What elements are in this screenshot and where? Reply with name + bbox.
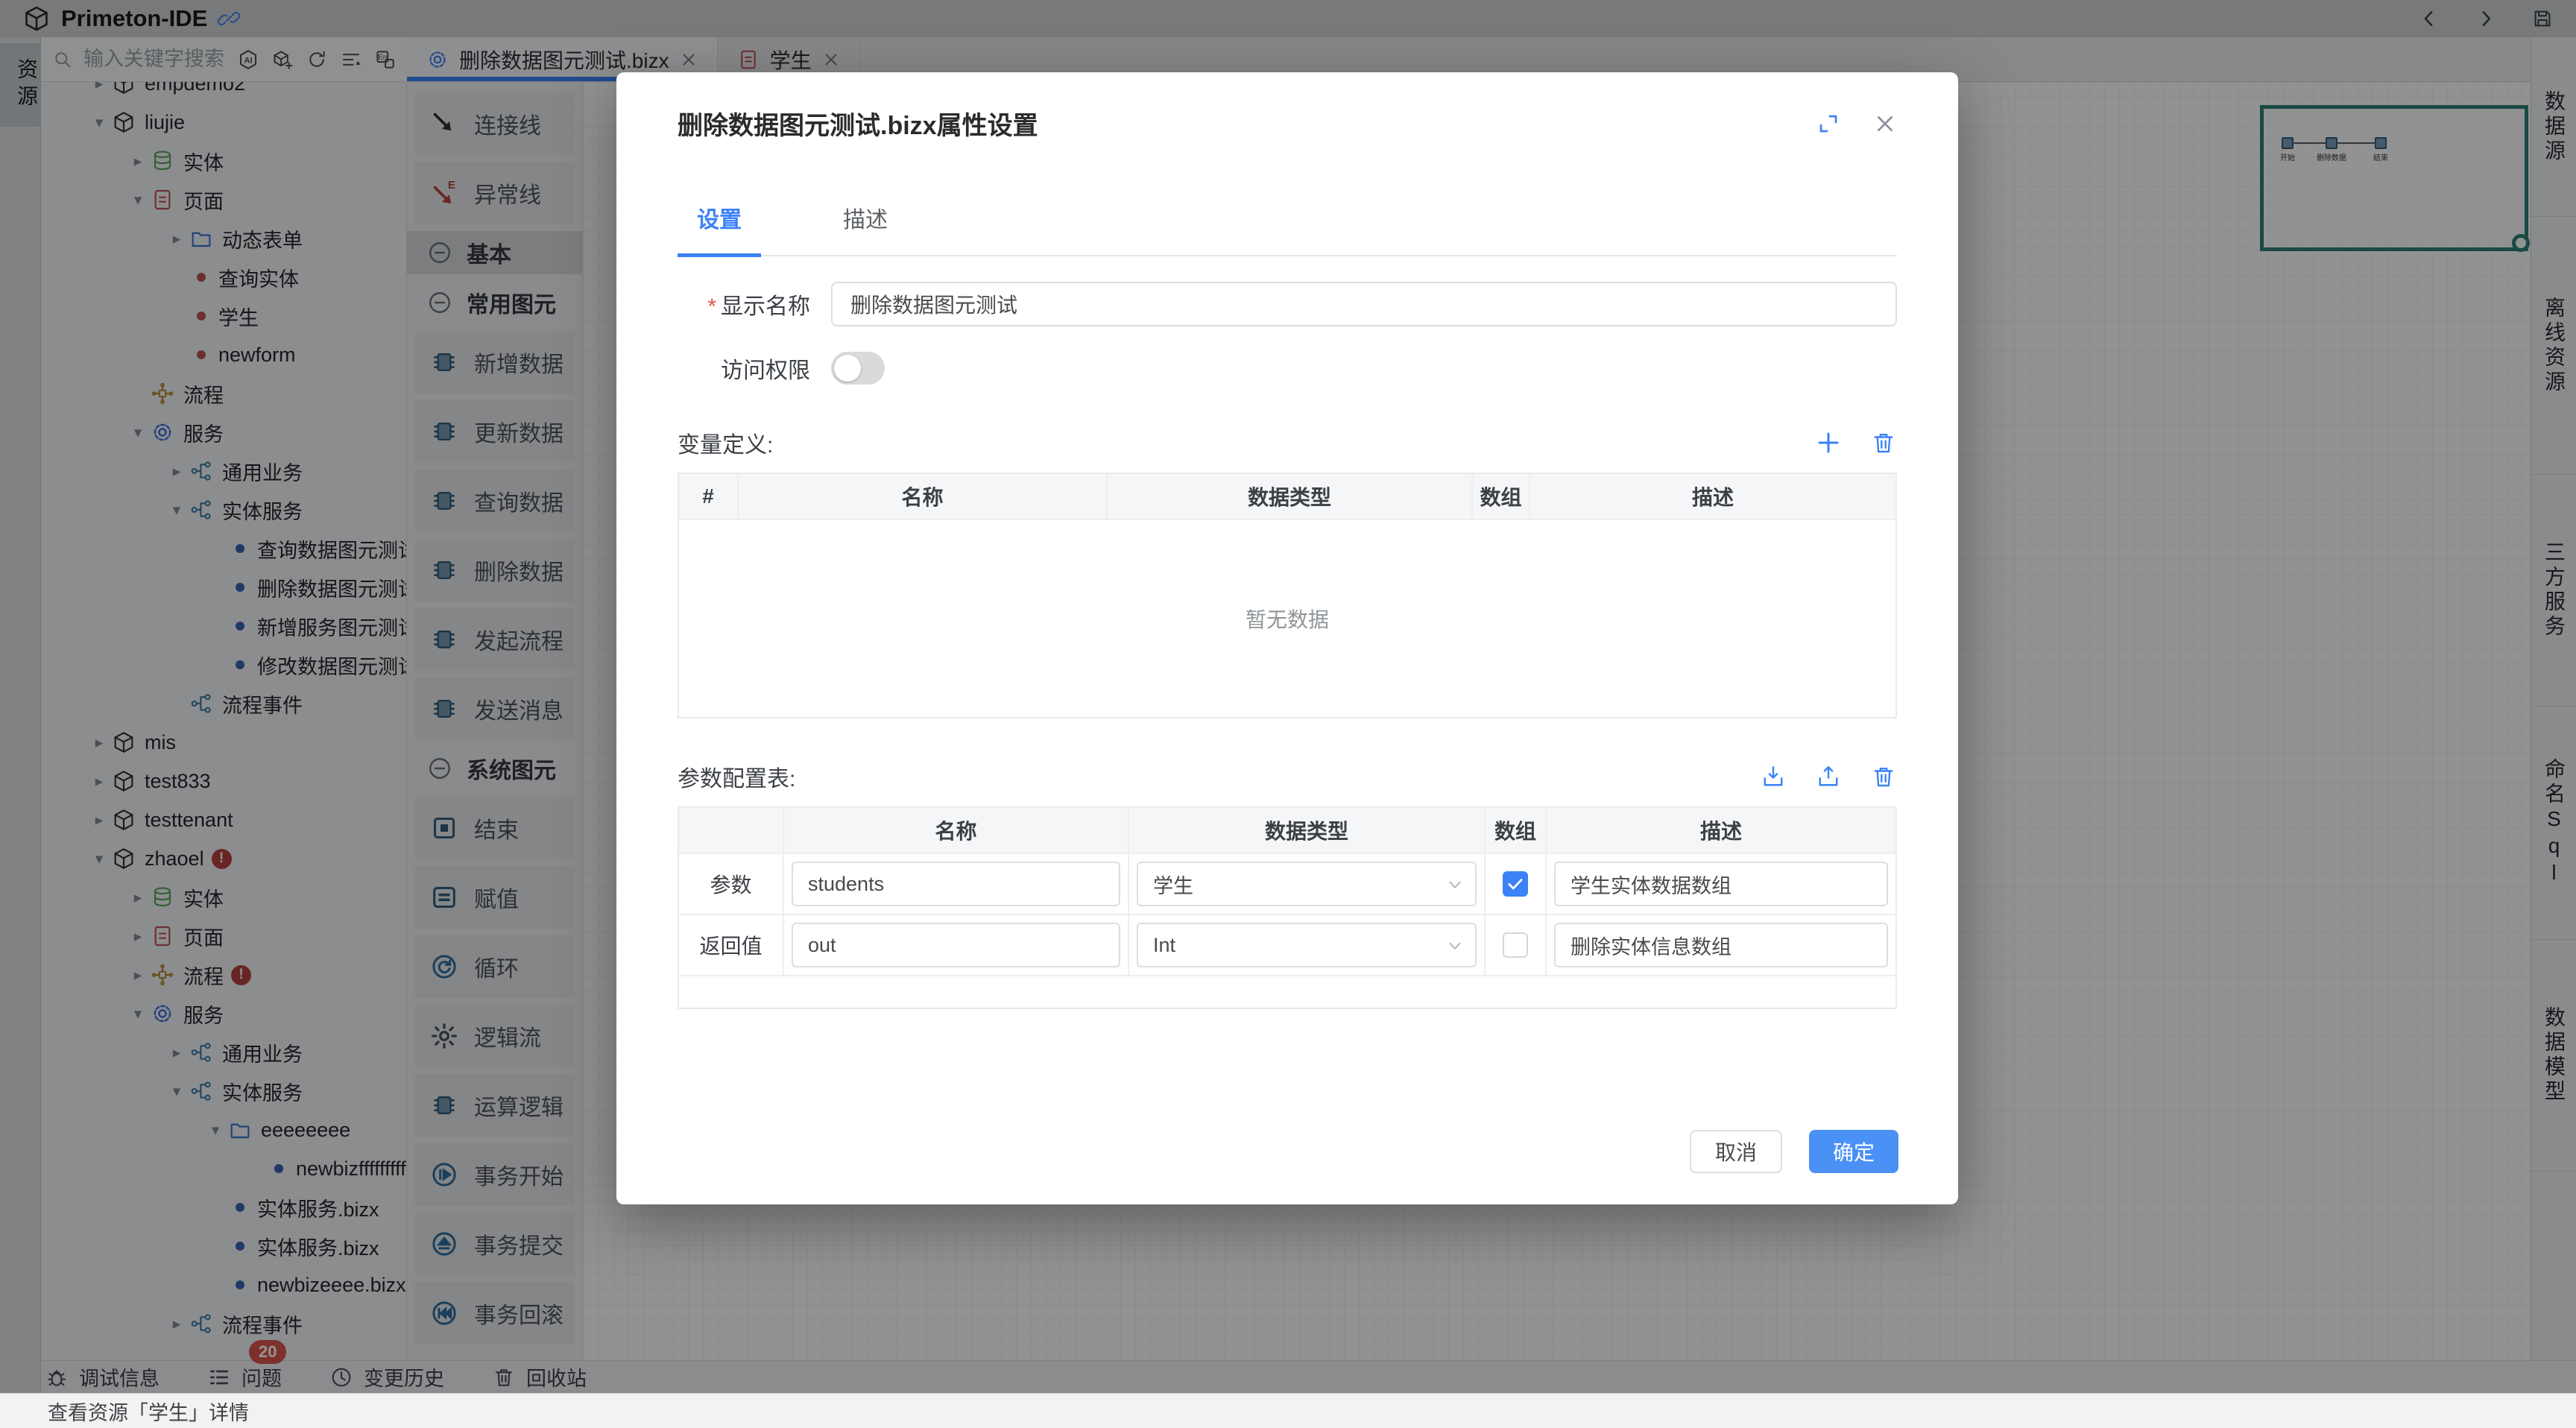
params-row: 返回值out Int 删除实体信息数组 [679,914,1895,975]
param-name-input[interactable]: out [792,923,1120,967]
variables-column-header: 数组 [1473,474,1530,519]
variables-empty-text: 暂无数据 [679,519,1895,717]
param-desc-input[interactable]: 学生实体数据数组 [1554,862,1888,906]
param-name-cell: students [784,853,1129,914]
access-toggle[interactable] [831,352,885,385]
param-array-cell [1486,853,1547,914]
param-desc-input[interactable]: 删除实体信息数组 [1554,923,1888,967]
variables-table: #名称数据类型数组描述 暂无数据 [678,473,1897,718]
array-checkbox[interactable] [1503,932,1528,958]
dialog-tab-描述[interactable]: 描述 [824,201,907,255]
param-name-cell: out [784,914,1129,975]
params-label: 参数配置表: [678,760,795,793]
params-column-header: 名称 [784,808,1129,853]
display-name-input[interactable]: 删除数据图元测试 [831,282,1897,326]
variables-label: 变量定义: [678,426,773,459]
properties-dialog: 删除数据图元测试.bizx属性设置 设置描述 *显示名称 删除数据图元测试 访问… [616,72,1958,1204]
array-checkbox[interactable] [1503,871,1528,897]
close-icon[interactable] [1873,112,1897,136]
check-icon [1506,874,1525,894]
params-table: 名称数据类型数组描述 参数students 学生 学生实体数据数组返回值out Int… [678,806,1897,1009]
add-variable-icon[interactable] [1815,429,1842,456]
param-type-cell: Int [1129,914,1486,975]
chevron-down-icon [1445,936,1465,955]
params-column-header: 数组 [1486,808,1547,853]
display-name-label: *显示名称 [678,288,810,320]
params-column-header [679,808,784,853]
dialog-title: 删除数据图元测试.bizx属性设置 [678,105,1038,142]
chevron-down-icon [1445,875,1465,894]
confirm-button[interactable]: 确定 [1809,1130,1898,1173]
export-params-icon[interactable] [1815,763,1842,790]
param-kind-label: 返回值 [679,914,784,975]
param-name-input[interactable]: students [792,862,1120,906]
dialog-tabs: 设置 描述 [678,201,1897,256]
dialog-tab-设置[interactable]: 设置 [678,201,761,257]
param-type-cell: 学生 [1129,853,1486,914]
variables-column-header: # [679,474,739,519]
params-row: 参数students 学生 学生实体数据数组 [679,853,1895,914]
import-params-icon[interactable] [1760,763,1787,790]
required-mark: * [707,294,716,319]
param-array-cell [1486,914,1547,975]
variables-column-header: 描述 [1530,474,1895,519]
params-column-header: 数据类型 [1129,808,1486,853]
param-kind-label: 参数 [679,853,784,914]
cancel-button[interactable]: 取消 [1690,1130,1782,1173]
status-bar: 查看资源「学生」详情 [0,1393,2576,1428]
param-type-select[interactable]: Int [1137,923,1477,967]
param-desc-cell: 删除实体信息数组 [1547,914,1895,975]
delete-params-icon[interactable] [1870,763,1897,790]
variables-column-header: 名称 [739,474,1108,519]
fullscreen-icon[interactable] [1816,112,1840,136]
variables-column-header: 数据类型 [1108,474,1473,519]
access-label: 访问权限 [678,352,810,385]
params-empty-row [679,975,1895,1008]
delete-variable-icon[interactable] [1870,429,1897,456]
status-text: 查看资源「学生」详情 [48,1397,249,1426]
param-type-select[interactable]: 学生 [1137,862,1477,906]
param-desc-cell: 学生实体数据数组 [1547,853,1895,914]
params-column-header: 描述 [1547,808,1895,853]
